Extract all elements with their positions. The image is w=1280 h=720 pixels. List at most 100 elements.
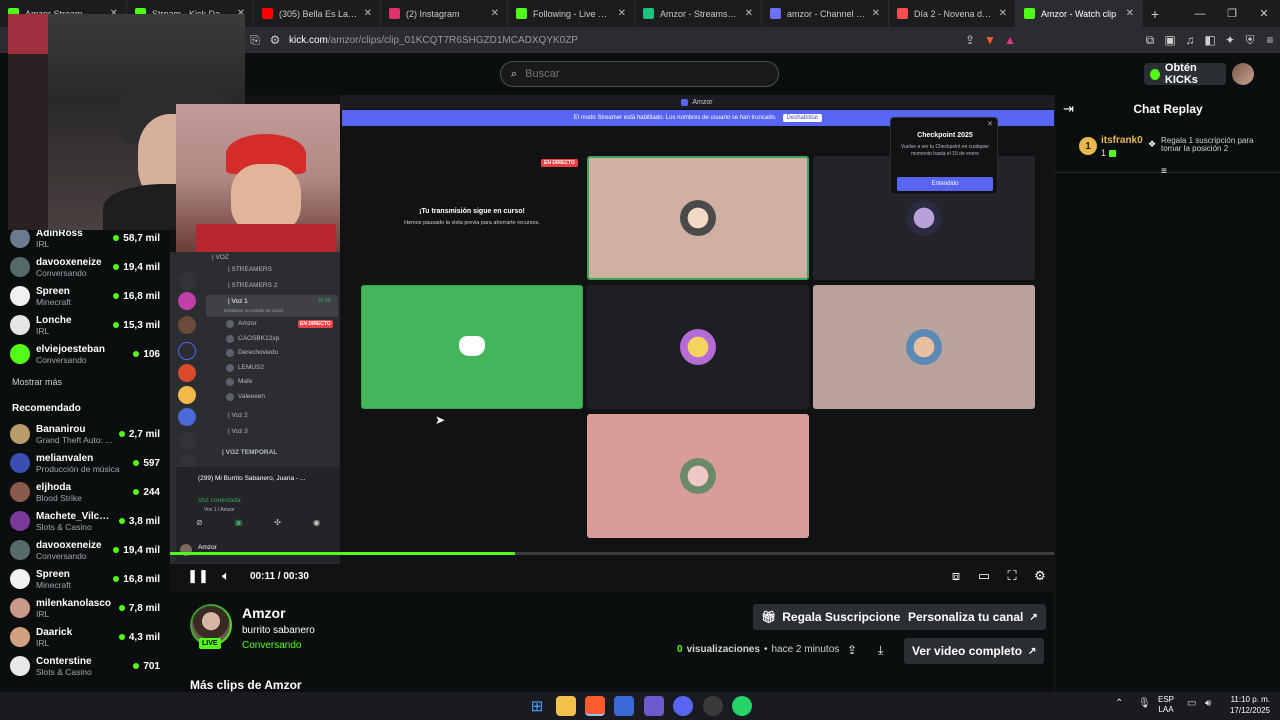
brave-browser-icon[interactable]: [585, 696, 605, 716]
tab-close-icon[interactable]: ✕: [364, 8, 372, 19]
sidebar-channel[interactable]: melianvalen Producción de música 597: [10, 449, 160, 477]
tab-title: (2) Instagram: [406, 8, 460, 19]
pause-icon[interactable]: ❚❚: [184, 568, 212, 584]
sidebar-channel[interactable]: davooxeneize Conversando 19,4 mil: [10, 536, 160, 564]
customize-channel-button[interactable]: Personaliza tu canal ↗: [900, 604, 1046, 630]
microphone-icon[interactable]: 🎙︎: [1138, 698, 1151, 709]
file-explorer-icon[interactable]: [556, 696, 576, 716]
voice-member-avatar: [226, 392, 234, 401]
extensions-icon[interactable]: ⧉: [1140, 33, 1160, 48]
sidebar-channel[interactable]: Spreen Minecraft 16,8 mil: [10, 282, 160, 310]
show-more-link[interactable]: Mostrar más: [12, 377, 62, 387]
channel-name: Spreen: [36, 285, 70, 297]
sidebar-channel[interactable]: milenkanolasco IRL 7,8 mil: [10, 594, 160, 622]
volume-tray-icon[interactable]: 🔊︎: [1205, 698, 1211, 709]
theater-mode-icon[interactable]: ▭: [970, 568, 998, 584]
voice-member: Amzor: [238, 320, 257, 327]
channel-avatar: [10, 453, 30, 473]
browser-tab[interactable]: Following - Live Streams o ✕: [508, 0, 635, 27]
maximize-icon[interactable]: ❐: [1216, 7, 1248, 20]
brave-rewards-icon[interactable]: ▲: [1000, 33, 1020, 47]
share-icon[interactable]: ⇪: [960, 33, 980, 47]
channel-voice-1: | Voz 1: [228, 298, 248, 305]
channel-viewers: 19,4 mil: [113, 545, 160, 556]
brave-shield-icon[interactable]: ▼: [980, 33, 1000, 47]
activities-icon: ✣: [274, 518, 281, 527]
network-icon[interactable]: ▭: [1187, 698, 1196, 709]
bookmark-icon[interactable]: ⎘: [245, 33, 265, 48]
sidebar-channel[interactable]: Daarick IRL 4,3 mil: [10, 623, 160, 651]
sidebar-channel[interactable]: Machete_Vilches Slots & Casino 3,8 mil: [10, 507, 160, 535]
gift-subs-button[interactable]: 🎁︎ Regala Suscripciones: [753, 604, 915, 630]
voice-tile-3: [587, 285, 809, 409]
chat-filter-icon[interactable]: ≡: [1161, 166, 1167, 177]
browser-tab[interactable]: Amzor - Watch clip ✕: [1016, 0, 1143, 27]
browser-tab[interactable]: (305) Bella Es La Navidad ✕: [254, 0, 381, 27]
sidebar-channel[interactable]: Bananirou Grand Theft Auto: ... 2,7 mil: [10, 420, 160, 448]
tab-close-icon[interactable]: ✕: [491, 8, 499, 19]
new-tab-button[interactable]: +: [1143, 6, 1167, 22]
get-kicks-button[interactable]: Obtén KICKs: [1144, 62, 1226, 86]
sidebar-channel[interactable]: davooxeneize Conversando 19,4 mil: [10, 253, 160, 281]
external-link-icon: ↗: [1029, 611, 1038, 623]
streamer-name[interactable]: Amzor: [242, 605, 286, 621]
url-field[interactable]: kick.com/amzor/clips/clip_01KCQT7R6SHGZD…: [289, 35, 578, 46]
share-icon[interactable]: ⇪: [847, 643, 857, 657]
settings-icon[interactable]: ⚙: [1026, 568, 1054, 584]
browser-tab[interactable]: amzor - Channel Streams ✕: [762, 0, 889, 27]
tab-close-icon[interactable]: ✕: [872, 8, 880, 19]
guild-icon: [178, 386, 196, 404]
tab-close-icon[interactable]: ✕: [1126, 8, 1134, 19]
discord-taskbar-icon[interactable]: [673, 696, 693, 716]
voice-controls: ⊘ ▣ ✣ ◉: [180, 518, 336, 532]
live-dot-icon: [133, 351, 140, 357]
browser-tab[interactable]: Día 2 - Novena de Aguina ✕: [889, 0, 1016, 27]
obs-icon[interactable]: [703, 696, 723, 716]
full-video-button[interactable]: Ver video completo ↗: [904, 638, 1045, 664]
mini-player-icon[interactable]: ⧈: [942, 568, 970, 584]
sidebar-channel[interactable]: Spreen Minecraft 16,8 mil: [10, 565, 160, 593]
channel-name: elviejoesteban: [36, 343, 105, 355]
tray-chevron-icon[interactable]: ⌃: [1115, 698, 1123, 709]
channel-category: Minecraft: [36, 296, 71, 307]
browser-tab[interactable]: Amzor - Streams List and ✕: [635, 0, 762, 27]
download-icon[interactable]: ⤓: [878, 643, 883, 658]
fullscreen-icon[interactable]: ⛶: [998, 568, 1026, 584]
gifter-rank: 1: [1085, 140, 1091, 152]
store-icon[interactable]: [614, 696, 634, 716]
browser-tab[interactable]: (2) Instagram ✕: [381, 0, 508, 27]
sidebar-channel[interactable]: Lonche IRL 15,3 mil: [10, 311, 160, 339]
sidebar-channel[interactable]: elviejoesteban Conversando 106: [10, 340, 160, 368]
whatsapp-icon[interactable]: [732, 696, 752, 716]
language-indicator[interactable]: ESP LAA: [1158, 695, 1174, 715]
volume-icon[interactable]: 🔈︎: [212, 568, 240, 584]
category-link[interactable]: Conversando: [242, 640, 301, 651]
tab-title: Amzor - Watch clip: [1041, 8, 1117, 19]
media-icon[interactable]: ♫: [1180, 33, 1200, 47]
sidebar-toggle-icon[interactable]: ◧: [1200, 33, 1220, 47]
vpn-icon[interactable]: ⛨: [1240, 33, 1260, 48]
tab-close-icon[interactable]: ✕: [618, 8, 626, 19]
video-progress-bar[interactable]: [170, 552, 1054, 555]
chat-replay-panel: ⇥ Chat Replay 1 itsfrank0 1 ❖ Regala 1 s…: [1054, 95, 1280, 692]
sidebar-channel[interactable]: eljhoda Blood Strike 244: [10, 478, 160, 506]
user-avatar[interactable]: [1232, 63, 1254, 85]
chat-username[interactable]: itsfrank0: [1101, 135, 1143, 146]
menu-icon[interactable]: ≡: [1260, 33, 1280, 47]
search-box[interactable]: ⌕: [500, 61, 779, 87]
close-window-icon[interactable]: ✕: [1248, 7, 1280, 20]
gaming-icon[interactable]: [644, 696, 664, 716]
minimize-icon[interactable]: —: [1184, 8, 1216, 20]
wallet-icon[interactable]: ▣: [1160, 33, 1180, 47]
site-settings-icon[interactable]: ⚙: [265, 33, 285, 47]
sidebar-channel[interactable]: Conterstine Slots & Casino 701: [10, 652, 160, 680]
channel-avatar: [10, 424, 30, 444]
start-icon[interactable]: ⊞: [527, 696, 547, 716]
tab-close-icon[interactable]: ✕: [745, 8, 753, 19]
clock[interactable]: 11:10 p. m. 17/12/2025: [1224, 694, 1270, 716]
tab-close-icon[interactable]: ✕: [999, 8, 1007, 19]
search-input[interactable]: [525, 68, 746, 80]
leo-icon[interactable]: ✦: [1220, 33, 1240, 47]
current-time: 00:11: [250, 570, 276, 582]
channel-avatar: [10, 598, 30, 618]
